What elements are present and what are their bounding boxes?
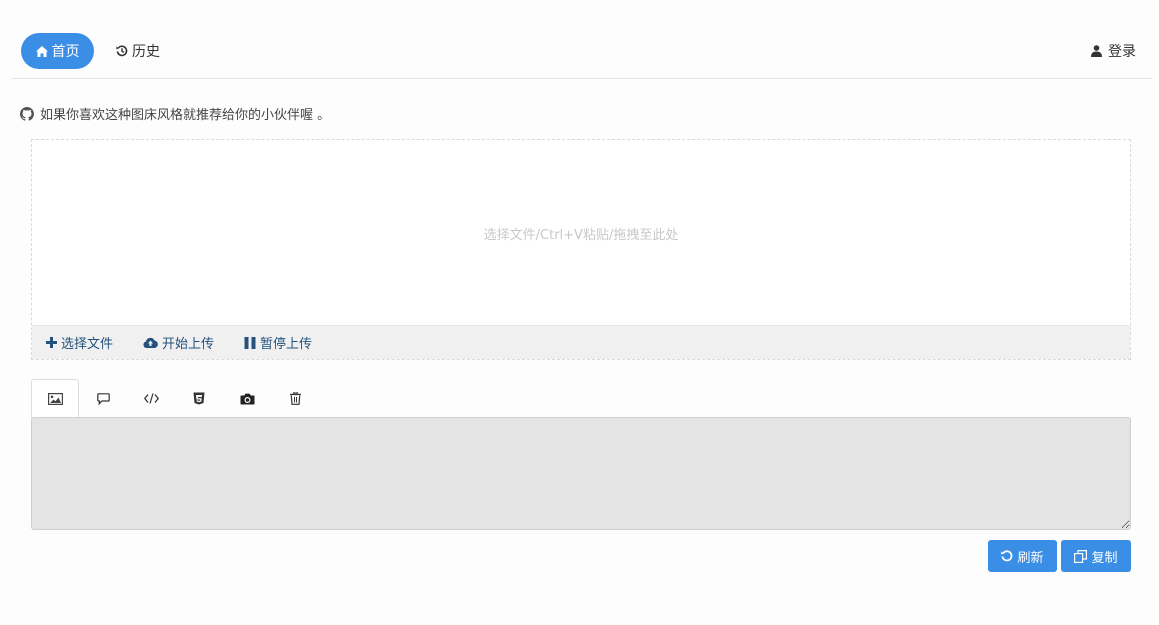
- pause-icon: [244, 336, 256, 349]
- tab-image[interactable]: [31, 379, 79, 418]
- comment-icon: [96, 392, 110, 405]
- nav-login-button[interactable]: 登录: [1091, 33, 1136, 69]
- top-navbar: 首页 历史 登录: [12, 22, 1152, 79]
- code-icon: [143, 393, 159, 404]
- camera-icon: [240, 393, 255, 405]
- tab-code[interactable]: [127, 379, 175, 418]
- start-upload-button[interactable]: 开始上传: [143, 333, 214, 352]
- image-icon: [47, 392, 63, 405]
- tab-camera[interactable]: [223, 379, 271, 418]
- promo-line: 如果你喜欢这种图床风格就推荐给你的小伙伴喔 。: [20, 104, 330, 123]
- plus-icon: [46, 337, 57, 348]
- output-textarea[interactable]: [31, 417, 1131, 530]
- copy-label: 复制: [1091, 550, 1118, 566]
- pause-upload-button[interactable]: 暂停上传: [244, 333, 312, 352]
- user-icon: [1091, 45, 1102, 57]
- refresh-icon: [1001, 550, 1013, 562]
- pause-upload-label: 暂停上传: [260, 337, 313, 352]
- history-icon: [116, 45, 128, 57]
- refresh-label: 刷新: [1017, 550, 1044, 566]
- upload-toolbar: 选择文件 开始上传 暂停上传: [32, 325, 1130, 359]
- nav-home-label: 首页: [51, 44, 80, 60]
- html5-icon: [193, 392, 205, 405]
- home-icon: [35, 45, 48, 57]
- tab-comment[interactable]: [79, 379, 127, 418]
- trash-icon: [289, 392, 301, 405]
- promo-text: 如果你喜欢这种图床风格就推荐给你的小伙伴喔 。: [40, 108, 331, 123]
- nav-history-label: 历史: [132, 44, 160, 60]
- tab-delete[interactable]: [271, 379, 319, 418]
- format-tabs: [31, 379, 319, 418]
- choose-file-label: 选择文件: [61, 337, 114, 352]
- copy-button[interactable]: 复制: [1061, 540, 1131, 572]
- refresh-button[interactable]: 刷新: [988, 540, 1057, 572]
- github-icon[interactable]: [20, 106, 34, 121]
- nav-login-label: 登录: [1108, 44, 1136, 60]
- upload-dropzone[interactable]: 选择文件/Ctrl+V粘贴/拖拽至此处 选择文件 开始上传 暂停上传: [31, 139, 1131, 360]
- start-upload-label: 开始上传: [162, 337, 215, 352]
- nav-history-button[interactable]: 历史: [108, 33, 168, 69]
- copy-icon: [1074, 549, 1088, 563]
- choose-file-button[interactable]: 选择文件: [46, 333, 113, 352]
- nav-home-button[interactable]: 首页: [21, 33, 94, 69]
- tab-html[interactable]: [175, 379, 223, 418]
- drop-hint: 选择文件/Ctrl+V粘贴/拖拽至此处: [483, 228, 679, 243]
- cloud-upload-icon: [143, 337, 158, 348]
